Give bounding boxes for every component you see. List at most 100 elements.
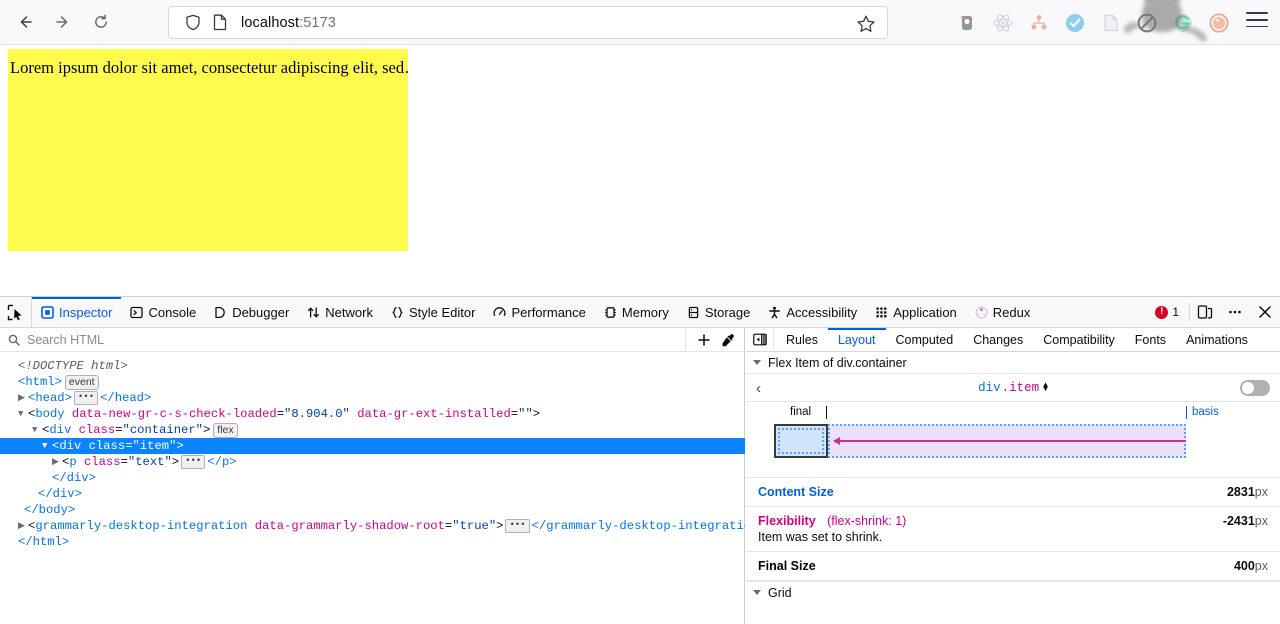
tab-computed[interactable]: Computed [886, 328, 964, 351]
tab-animations[interactable]: Animations [1176, 328, 1258, 351]
devtools-close-button[interactable] [1251, 298, 1279, 326]
extension-icon-1[interactable] [950, 6, 984, 40]
content-size-unit: px [1255, 485, 1268, 499]
react-devtools-icon[interactable] [986, 6, 1020, 40]
dom-tree[interactable]: <!DOCTYPE html> <html> event ▶ <head>•••… [0, 353, 745, 624]
menu-line-2 [1246, 19, 1268, 21]
error-count-badge[interactable]: ! 1 [1151, 303, 1190, 321]
dom-line-grammarly[interactable]: ▶ <grammarly-desktop-integration data-gr… [0, 518, 745, 534]
dom-line-close-div-inner[interactable]: </div> [0, 470, 745, 486]
eyedropper-button[interactable] [716, 329, 740, 351]
extension-icon-5[interactable] [1094, 6, 1128, 40]
flexibility-number: -2431 [1223, 514, 1255, 528]
tab-label: Storage [705, 305, 751, 320]
browser-toolbar: localhost:5173 [0, 0, 1280, 45]
tab-application[interactable]: Application [866, 297, 966, 327]
flex-item-selector[interactable]: div.item ▲▼ [978, 381, 1048, 395]
extension-icon-4[interactable] [1058, 6, 1092, 40]
grid-section-title: Grid [768, 586, 792, 600]
bookmark-star-button[interactable] [855, 13, 877, 35]
flex-section-header[interactable]: Flex Item of div.container [746, 352, 1280, 374]
tab-label: Application [893, 305, 957, 320]
close-html: </html> [18, 534, 69, 550]
network-icon [307, 306, 320, 319]
tab-label: Accessibility [786, 305, 857, 320]
duckduckgo-icon[interactable] [1202, 6, 1236, 40]
tab-label: Debugger [232, 305, 289, 320]
tab-redux[interactable]: Redux [966, 297, 1040, 327]
tab-debugger[interactable]: Debugger [205, 297, 298, 327]
tab-performance[interactable]: Performance [484, 297, 594, 327]
tab-inspector[interactable]: Inspector [32, 297, 121, 327]
dom-line-body[interactable]: ▼ <body data-new-gr-c-s-check-loaded="8.… [0, 406, 745, 422]
adblock-icon[interactable] [1130, 6, 1164, 40]
hamburger-menu-button[interactable] [1246, 12, 1268, 32]
forward-button[interactable] [48, 7, 78, 37]
lorem-text: Lorem ipsum dolor sit amet, consectetur … [8, 49, 408, 79]
responsive-design-mode-button[interactable] [1191, 298, 1219, 326]
application-icon [875, 306, 888, 319]
dom-line-close-html[interactable]: </html> [0, 534, 745, 550]
shield-icon[interactable] [185, 14, 201, 31]
element-picker-button[interactable] [0, 297, 32, 327]
dom-line-head[interactable]: ▶ <head>•••</head> [0, 390, 745, 406]
collapse-twisty-body[interactable]: ▼ [18, 406, 28, 422]
tab-memory[interactable]: Memory [595, 297, 678, 327]
back-chevron-icon[interactable]: ‹ [756, 374, 761, 402]
tab-fonts[interactable]: Fonts [1125, 328, 1176, 351]
flex-item-selector-bar: ‹ div.item ▲▼ [746, 374, 1280, 402]
tab-rules[interactable]: Rules [776, 328, 828, 351]
expand-twisty-head[interactable]: ▶ [18, 390, 28, 406]
tab-layout[interactable]: Layout [828, 328, 886, 351]
tab-network[interactable]: Network [298, 297, 382, 327]
dom-line-doctype[interactable]: <!DOCTYPE html> [0, 358, 745, 374]
pane-toggle-button[interactable] [746, 328, 774, 351]
dom-line-p[interactable]: ▶ <p class="text">•••</p> [0, 454, 745, 470]
expand-twisty-grammarly[interactable]: ▶ [18, 518, 28, 534]
collapse-twisty-container[interactable]: ▼ [32, 422, 42, 438]
body-attr2-value: "" [518, 406, 533, 422]
search-input[interactable] [27, 333, 627, 347]
collapse-twisty-item[interactable]: ▼ [42, 438, 52, 454]
dom-line-close-div-outer[interactable]: </div> [0, 486, 745, 502]
dom-line-html-open[interactable]: <html> event [0, 374, 745, 390]
expand-twisty-p[interactable]: ▶ [52, 454, 62, 470]
tab-changes[interactable]: Changes [963, 328, 1033, 351]
dom-line-item-selected[interactable]: ▼ <div class="item"> [0, 438, 745, 454]
address-bar[interactable]: localhost:5173 [168, 6, 888, 39]
tab-compatibility[interactable]: Compatibility [1033, 328, 1125, 351]
tab-label: Changes [973, 333, 1023, 347]
reload-button[interactable] [86, 7, 116, 37]
tab-style-editor[interactable]: Style Editor [382, 297, 484, 327]
collapsed-text-chip[interactable]: ••• [181, 455, 205, 469]
tab-label: Layout [838, 333, 876, 347]
dom-line-close-body[interactable]: </body> [0, 502, 745, 518]
grid-section-header[interactable]: Grid [746, 581, 1280, 603]
error-count-label: 1 [1172, 305, 1179, 319]
updown-arrows-icon[interactable]: ▲▼ [1043, 384, 1048, 392]
tab-label: Network [325, 305, 373, 320]
item-tag: div [59, 438, 81, 454]
tab-storage[interactable]: Storage [678, 297, 760, 327]
flex-highlight-toggle[interactable] [1240, 380, 1270, 396]
content-size-row[interactable]: Content Size 2831px [746, 478, 1280, 507]
grammarly-tag: grammarly-desktop-integration [35, 518, 247, 534]
tab-accessibility[interactable]: Accessibility [759, 297, 866, 327]
flex-badge[interactable]: flex [213, 423, 237, 438]
page-document-icon[interactable] [213, 14, 227, 31]
grammarly-icon[interactable] [1166, 6, 1200, 40]
final-size-row[interactable]: Final Size 400px [746, 552, 1280, 581]
extension-icon-3[interactable] [1022, 6, 1056, 40]
flexibility-row[interactable]: Flexibility (flex-shrink: 1) -2431px Ite… [746, 507, 1280, 552]
collapsed-children-chip[interactable]: ••• [74, 391, 98, 405]
collapsed-shadow-chip[interactable]: ••• [505, 519, 529, 533]
p-attr: class [84, 454, 121, 470]
tab-console[interactable]: Console [121, 297, 205, 327]
add-node-button[interactable] [692, 329, 716, 351]
close-icon [1257, 304, 1273, 320]
event-badge[interactable]: event [65, 375, 99, 390]
back-button[interactable] [10, 7, 40, 37]
devtools-more-menu-button[interactable] [1221, 298, 1249, 326]
devtools-toolbar-right: ! 1 [1151, 297, 1280, 327]
dom-line-container[interactable]: ▼ <div class="container"> flex [0, 422, 745, 438]
